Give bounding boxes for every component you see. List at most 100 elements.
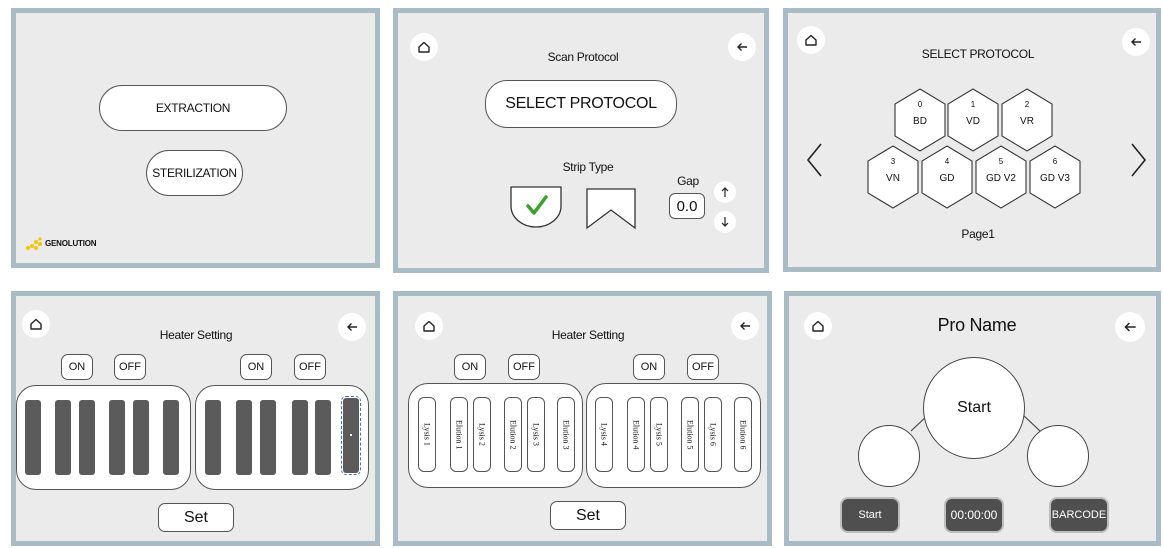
tube-elution-1[interactable]: Elution 1 — [450, 397, 468, 472]
protocol-number: 5 — [998, 157, 1004, 166]
protocol-number: 1 — [970, 100, 976, 109]
right-on-button[interactable]: ON — [633, 354, 665, 380]
page-indicator: Page1 — [961, 227, 995, 241]
back-arrow-icon — [740, 322, 750, 330]
heater-bar-selected[interactable] — [341, 396, 361, 475]
brand-name: GENOLUTION — [45, 239, 97, 248]
protocol-hex-4[interactable]: 4 GD — [921, 145, 973, 209]
heater-bar[interactable] — [25, 400, 41, 475]
left-on-button[interactable]: ON — [454, 354, 486, 380]
heater-bar[interactable] — [236, 400, 252, 475]
heater-bar[interactable] — [55, 400, 71, 475]
tube-elution-3[interactable]: Elution 3 — [557, 397, 575, 472]
heater-bar[interactable] — [109, 400, 125, 475]
protocol-hex-6[interactable]: 6 GD V3 — [1029, 145, 1081, 209]
protocol-hex-2[interactable]: 2 VR — [1001, 88, 1053, 152]
home-button[interactable] — [22, 310, 50, 338]
tube-elution-6[interactable]: Elution 6 — [734, 397, 752, 472]
heater-bar[interactable] — [79, 400, 95, 475]
home-icon — [423, 320, 435, 332]
tube-elution-2[interactable]: Elution 2 — [504, 397, 522, 472]
protocol-hex-0[interactable]: 0 BD — [894, 88, 946, 152]
strip-type-round-option[interactable] — [508, 184, 564, 230]
extraction-button[interactable]: EXTRACTION — [99, 85, 287, 131]
tube-lysis-4[interactable]: Lysis 4 — [595, 397, 613, 472]
page-title: Heater Setting — [159, 328, 233, 342]
arrow-up-icon — [721, 187, 729, 197]
left-off-button[interactable]: OFF — [508, 354, 540, 380]
right-off-button[interactable]: OFF — [687, 354, 719, 380]
gap-up-button[interactable] — [714, 181, 736, 203]
home-icon — [418, 41, 430, 53]
heater-bar[interactable] — [205, 400, 221, 475]
protocol-number: 3 — [890, 157, 896, 166]
heater-bar[interactable] — [163, 400, 179, 475]
left-off-button[interactable]: OFF — [114, 354, 146, 380]
tube-lysis-1[interactable]: Lysis 1 — [418, 397, 436, 472]
protocol-label: BD — [913, 116, 927, 127]
left-status-circle — [858, 425, 920, 487]
start-button[interactable]: Start — [842, 499, 898, 531]
protocol-hex-5[interactable]: 5 GD V2 — [975, 145, 1027, 209]
tube-elution-5[interactable]: Elution 5 — [681, 397, 699, 472]
protocol-hex-3[interactable]: 3 VN — [867, 145, 919, 209]
protocol-label: GD V3 — [1039, 173, 1070, 184]
back-arrow-icon — [737, 43, 747, 51]
sterilization-button[interactable]: STERILIZATION — [146, 150, 243, 196]
page-title: Scan Protocol — [547, 50, 619, 64]
heater-bar[interactable] — [260, 400, 276, 475]
heater-bar[interactable] — [133, 400, 149, 475]
tube-lysis-3[interactable]: Lysis 3 — [527, 397, 545, 472]
protocol-label: VD — [966, 116, 980, 127]
set-button[interactable]: Set — [158, 503, 234, 532]
arrow-down-icon — [721, 217, 729, 227]
panel-heater-setting-tubes: Heater Setting ON OFF ON OFF Lysis 1 Elu… — [393, 291, 772, 546]
genolution-logo: GENOLUTION — [25, 237, 145, 253]
tube-lysis-6[interactable]: Lysis 6 — [704, 397, 722, 472]
panel-scan-protocol: Scan Protocol SELECT PROTOCOL Strip Type… — [393, 8, 769, 273]
protocol-label: VR — [1020, 116, 1034, 127]
protocol-number: 2 — [1024, 100, 1030, 109]
right-off-button[interactable]: OFF — [294, 354, 326, 380]
heater-bar[interactable] — [292, 400, 308, 475]
set-button[interactable]: Set — [550, 501, 626, 530]
protocol-number: 6 — [1052, 157, 1058, 166]
gap-label: Gap — [677, 174, 699, 188]
panel-run: Pro Name Start Start 00:00:00 BARCODE — [784, 291, 1161, 546]
left-on-button[interactable]: ON — [61, 354, 93, 380]
timer-display: 00:00:00 — [946, 499, 1002, 531]
protocol-hex-1[interactable]: 1 VD — [947, 88, 999, 152]
barcode-button[interactable]: BARCODE — [1051, 499, 1107, 531]
protocol-label: GD — [939, 173, 955, 184]
protocol-number: 0 — [917, 100, 923, 109]
right-on-button[interactable]: ON — [240, 354, 272, 380]
back-arrow-icon — [347, 323, 357, 331]
heater-bar[interactable] — [315, 400, 331, 475]
panel-main-menu: EXTRACTION STERILIZATION GENOLUTION — [11, 8, 380, 268]
panel-select-protocol: SELECT PROTOCOL 0 BD 1 VD 2 VR 3 VN 4 GD 5 GD V2 6 GD… — [783, 8, 1161, 272]
back-button[interactable] — [731, 312, 759, 340]
left-tube-block: Lysis 1 Elution 1 Lysis 2 Elution 2 Lysi… — [408, 383, 583, 488]
protocol-label: GD V2 — [985, 173, 1016, 184]
home-button[interactable] — [415, 312, 443, 340]
gap-value-field[interactable]: 0.0 — [669, 193, 705, 219]
tube-lysis-2[interactable]: Lysis 2 — [473, 397, 491, 472]
strip-type-v-option[interactable] — [584, 186, 638, 232]
page-title: Heater Setting — [551, 328, 625, 342]
start-circle[interactable]: Start — [923, 357, 1025, 459]
right-tube-block: Lysis 4 Elution 4 Lysis 5 Elution 5 Lysi… — [586, 383, 761, 488]
select-protocol-button[interactable]: SELECT PROTOCOL — [485, 80, 677, 128]
protocol-number: 4 — [944, 157, 950, 166]
strip-type-label: Strip Type — [562, 160, 614, 174]
home-icon — [30, 318, 42, 330]
left-heater-block — [16, 385, 191, 490]
back-button[interactable] — [728, 33, 756, 61]
right-status-circle — [1027, 425, 1089, 487]
tube-lysis-5[interactable]: Lysis 5 — [650, 397, 668, 472]
tube-elution-4[interactable]: Elution 4 — [627, 397, 645, 472]
back-button[interactable] — [338, 313, 366, 341]
protocol-label: VN — [886, 173, 900, 184]
gap-down-button[interactable] — [714, 211, 736, 233]
right-heater-block — [195, 385, 369, 490]
home-button[interactable] — [410, 33, 438, 61]
